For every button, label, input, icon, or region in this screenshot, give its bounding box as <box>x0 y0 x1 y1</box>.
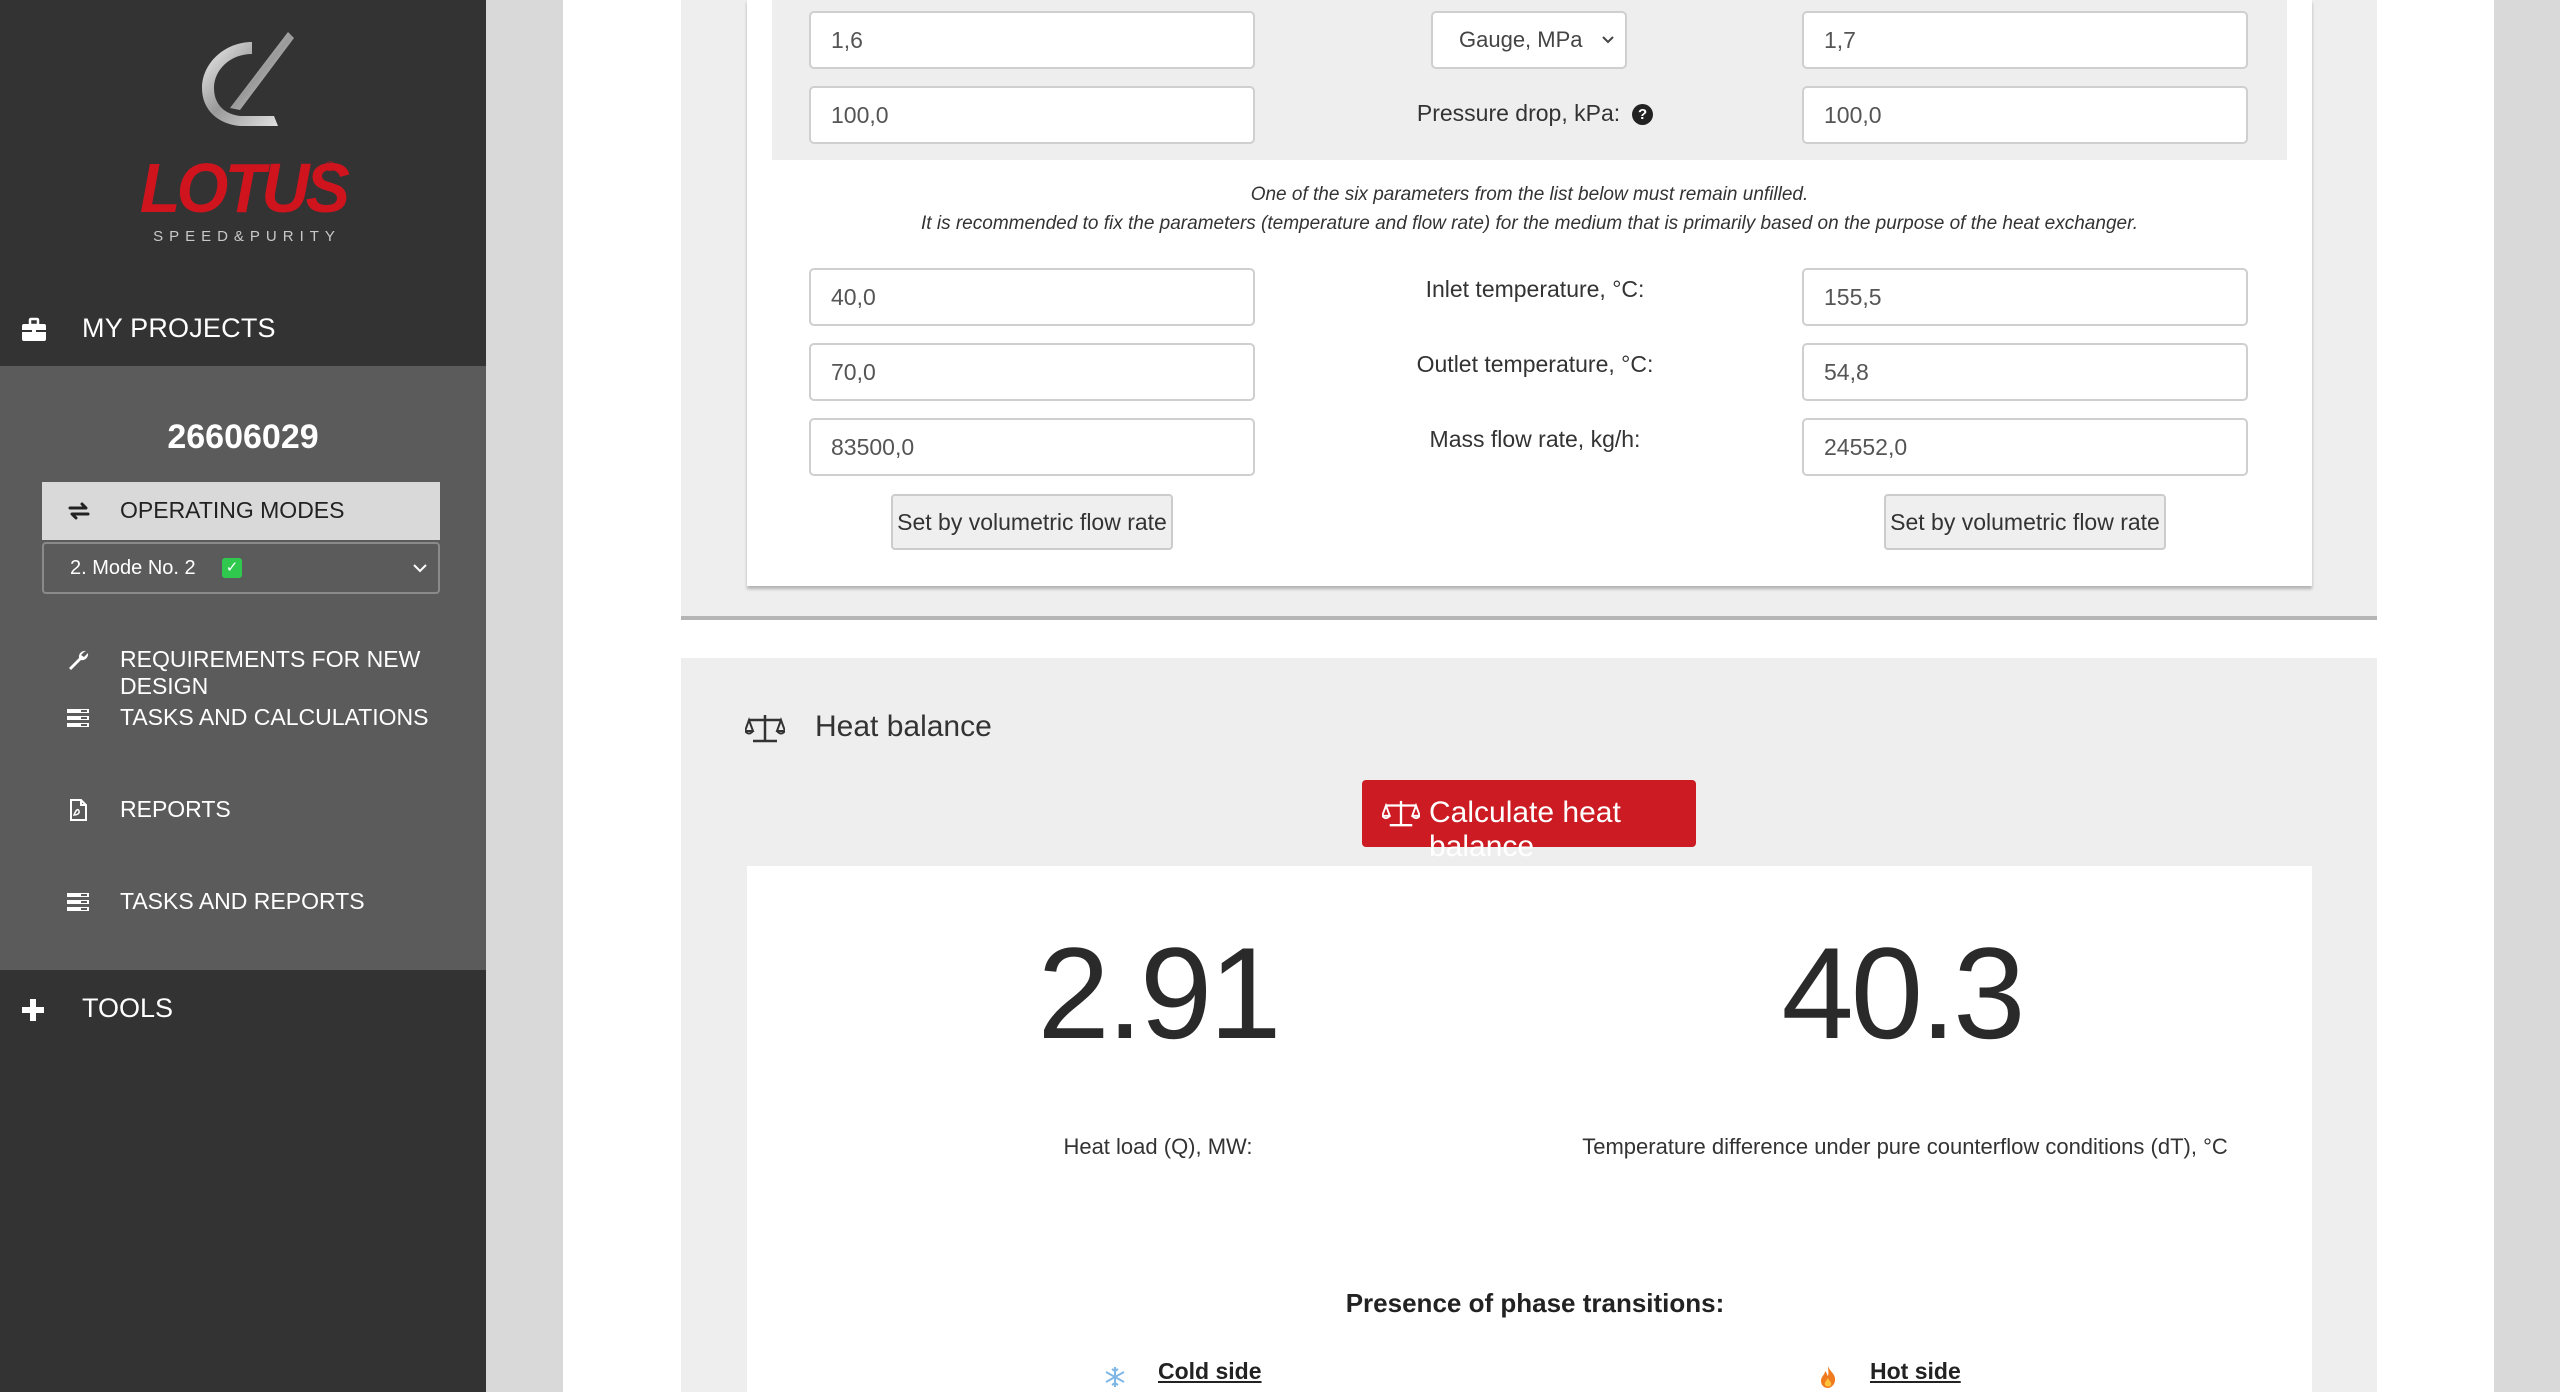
flame-icon <box>1821 1366 1836 1388</box>
temp-diff-label: Temperature difference under pure counte… <box>1582 1134 2228 1159</box>
nav-my-projects[interactable]: MY PROJECTS <box>0 296 486 366</box>
hot-inlet-temp-input[interactable]: 155,5 <box>1802 268 2248 326</box>
briefcase-icon <box>22 317 46 341</box>
sidebar-item-label: TASKS AND REPORTS <box>120 888 365 914</box>
plus-icon <box>22 999 44 1021</box>
pdf-file-icon <box>70 799 87 821</box>
hot-mass-flow-input[interactable]: 24552,0 <box>1802 418 2248 476</box>
cold-pressure-input[interactable]: 1,6 <box>809 11 1255 69</box>
cold-side-link[interactable]: Cold side <box>1158 1358 1262 1385</box>
hot-side-link[interactable]: Hot side <box>1870 1358 1961 1385</box>
pressure-unit-select[interactable]: Gauge, MPa <box>1431 11 1627 69</box>
chevron-down-icon <box>413 564 427 573</box>
cold-mass-flow-input[interactable]: 83500,0 <box>809 418 1255 476</box>
mode-select[interactable]: 2. Mode No. 2 ✓ <box>42 542 440 594</box>
nav-tools-label: TOOLS <box>82 993 174 1023</box>
operating-modes-button[interactable]: OPERATING MODES <box>42 482 440 540</box>
mode-check-icon: ✓ <box>222 558 242 578</box>
pressure-unit-value: Gauge, MPa <box>1459 27 1583 52</box>
calculate-heat-balance-label: Calculate heat balance <box>1429 796 1621 863</box>
list-icon <box>67 893 89 911</box>
pressure-drop-text: Pressure drop, kPa: <box>1416 100 1621 126</box>
mode-select-value: 2. Mode No. 2 <box>70 557 196 579</box>
logo-swoosh-icon <box>202 32 294 126</box>
outlet-temp-label: Outlet temperature, °C: <box>1416 351 1654 377</box>
sidebar-item-requirements[interactable]: REQUIREMENTS FOR NEW DESIGN <box>0 634 486 699</box>
brand-logo[interactable]: LOTUS ® SPEED&PURITY <box>0 0 486 290</box>
inlet-temp-label: Inlet temperature, °C: <box>1425 276 1645 302</box>
sidebar-item-label: TASKS AND CALCULATIONS <box>120 704 429 730</box>
registered-mark: ® <box>325 158 336 174</box>
pressure-drop-label: Pressure drop, kPa:? <box>1340 100 1730 127</box>
cold-volumetric-button[interactable]: Set by volumetric flow rate <box>891 494 1173 550</box>
sidebar: LOTUS ® SPEED&PURITY MY PROJECTS 2660602… <box>0 0 486 1392</box>
sidebar-item-label: REPORTS <box>120 796 231 822</box>
hot-volumetric-button[interactable]: Set by volumetric flow rate <box>1884 494 2166 550</box>
help-icon[interactable]: ? <box>1632 104 1654 126</box>
nav-my-projects-label: MY PROJECTS <box>82 313 276 343</box>
snowflake-icon <box>1105 1367 1125 1387</box>
chevron-down-icon <box>1602 36 1614 44</box>
scale-icon <box>745 715 785 743</box>
mass-flow-label: Mass flow rate, kg/h: <box>1429 426 1641 452</box>
cold-outlet-temp-input[interactable]: 70,0 <box>809 343 1255 401</box>
wrench-icon <box>69 650 89 670</box>
sidebar-item-reports[interactable]: REPORTS <box>0 784 486 834</box>
sidebar-item-tasks-reports[interactable]: TASKS AND REPORTS <box>0 876 486 926</box>
hot-pressure-input[interactable]: 1,7 <box>1802 11 2248 69</box>
project-id: 26606029 <box>167 418 319 456</box>
cold-pressure-drop-input[interactable]: 100,0 <box>809 86 1255 144</box>
note-recommendation: It is recommended to fix the parameters … <box>921 213 2138 234</box>
scale-icon <box>1382 800 1420 827</box>
sidebar-item-tasks-calculations[interactable]: TASKS AND CALCULATIONS <box>0 692 486 742</box>
hot-pressure-drop-input[interactable]: 100,0 <box>1802 86 2248 144</box>
nav-tools[interactable]: TOOLS <box>0 976 486 1046</box>
phase-transitions-title: Presence of phase transitions: <box>1345 1288 1725 1318</box>
heat-load-label: Heat load (Q), MW: <box>1063 1134 1253 1159</box>
logo-wordmark: LOTUS <box>139 149 350 227</box>
temp-diff-value: 40.3 <box>1781 920 2025 1066</box>
list-icon <box>67 709 89 727</box>
calculate-heat-balance-button[interactable]: Calculate heat balance <box>1362 780 1696 863</box>
swap-arrows-icon <box>68 502 90 520</box>
cold-inlet-temp-input[interactable]: 40,0 <box>809 268 1255 326</box>
project-panel: 26606029 OPERATING MODES 2. Mode No. 2 ✓… <box>0 366 486 970</box>
note-unfilled: One of the six parameters from the list … <box>1250 184 1809 205</box>
heat-load-value: 2.91 <box>1037 920 1281 1066</box>
hot-outlet-temp-input[interactable]: 54,8 <box>1802 343 2248 401</box>
logo-tagline: SPEED&PURITY <box>153 228 341 245</box>
operating-modes-label: OPERATING MODES <box>120 497 345 523</box>
heat-balance-title: Heat balance <box>815 710 992 743</box>
